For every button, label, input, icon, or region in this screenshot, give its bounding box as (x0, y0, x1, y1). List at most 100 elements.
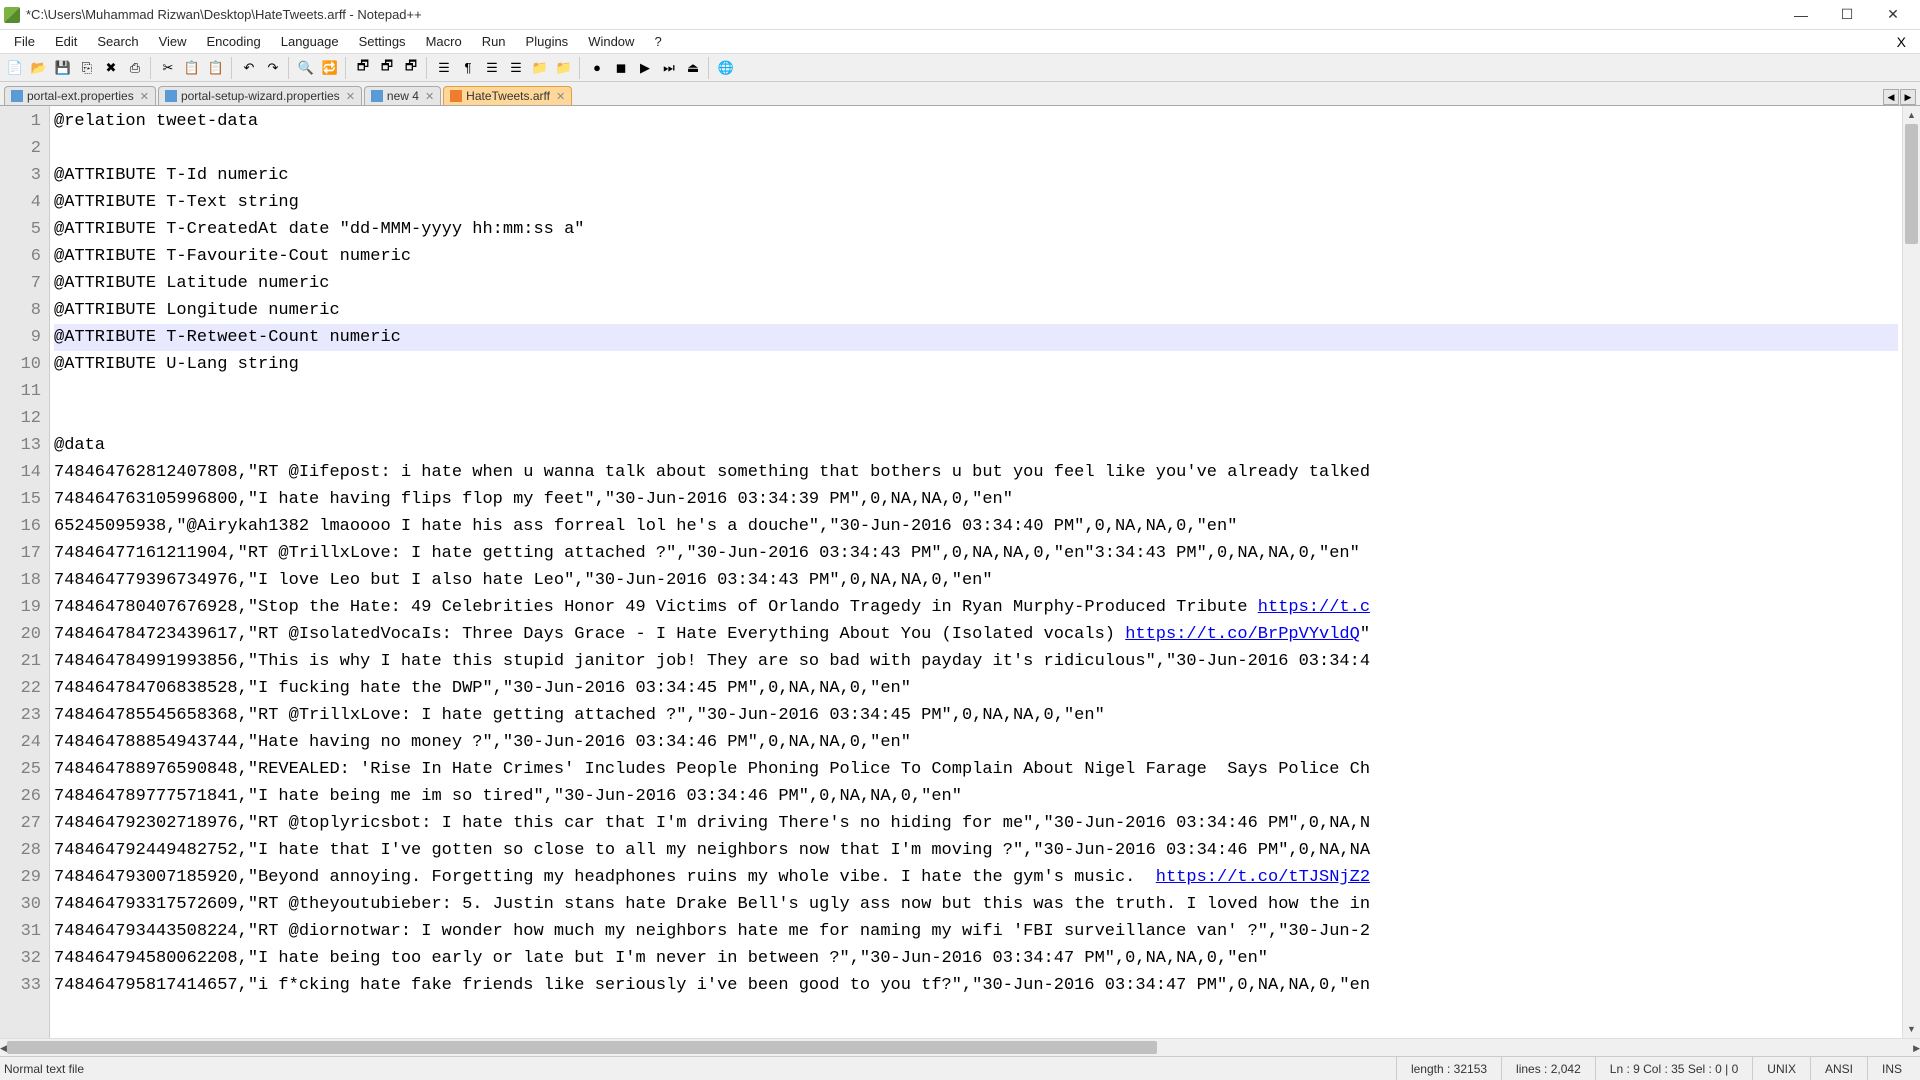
close-button[interactable]: ✕ (1870, 0, 1916, 30)
scroll-right-icon[interactable]: ▶ (1913, 1039, 1920, 1057)
toolbar-button-34[interactable]: 🌐 (715, 57, 737, 79)
code-line[interactable]: 748464780407676928,"Stop the Hate: 49 Ce… (54, 594, 1898, 621)
tab-close-icon[interactable]: ✕ (346, 90, 355, 103)
code-line[interactable]: 748464792302718976,"RT @toplyricsbot: I … (54, 810, 1898, 837)
code-line[interactable]: 748464784706838528,"I fucking hate the D… (54, 675, 1898, 702)
menu-encoding[interactable]: Encoding (197, 32, 271, 51)
menu-help[interactable]: ? (644, 32, 671, 51)
tab-prev-button[interactable]: ◀ (1883, 89, 1899, 105)
code-line[interactable] (54, 135, 1898, 162)
tab-2[interactable]: new 4✕ (364, 86, 441, 105)
code-line[interactable] (54, 378, 1898, 405)
menu-view[interactable]: View (149, 32, 197, 51)
status-eol: UNIX (1752, 1057, 1810, 1080)
tab-1[interactable]: portal-setup-wizard.properties ✕ (158, 86, 362, 105)
toolbar-button-11[interactable]: ↶ (238, 57, 260, 79)
menu-file[interactable]: File (4, 32, 45, 51)
scroll-down-icon[interactable]: ▼ (1903, 1020, 1920, 1038)
code-line[interactable]: 748464794580062208,"I hate being too ear… (54, 945, 1898, 972)
toolbar-button-22[interactable]: ¶ (457, 57, 479, 79)
menu-search[interactable]: Search (87, 32, 148, 51)
toolbar-button-30[interactable]: ▶ (634, 57, 656, 79)
code-line[interactable]: 748464784991993856,"This is why I hate t… (54, 648, 1898, 675)
maximize-button[interactable]: ☐ (1824, 0, 1870, 30)
minimize-button[interactable]: — (1778, 0, 1824, 30)
code-line[interactable] (54, 405, 1898, 432)
file-icon (11, 90, 23, 102)
code-line[interactable]: @ATTRIBUTE U-Lang string (54, 351, 1898, 378)
code-line[interactable]: 748464793317572609,"RT @theyoutubieber: … (54, 891, 1898, 918)
toolbar-button-12[interactable]: ↷ (262, 57, 284, 79)
code-line[interactable]: 748464763105996800,"I hate having flips … (54, 486, 1898, 513)
toolbar-button-3[interactable]: ⎘ (76, 57, 98, 79)
code-line[interactable]: 748464779396734976,"I love Leo but I als… (54, 567, 1898, 594)
tab-label: portal-setup-wizard.properties (181, 89, 340, 103)
code-line[interactable]: 748464784723439617,"RT @IsolatedVocaIs: … (54, 621, 1898, 648)
toolbar-button-28[interactable]: ● (586, 57, 608, 79)
file-icon (165, 90, 177, 102)
tab-3[interactable]: HateTweets.arff✕ (443, 86, 572, 105)
scroll-left-icon[interactable]: ◀ (0, 1039, 7, 1057)
toolbar-button-31[interactable]: ⏭ (658, 57, 680, 79)
vertical-scrollbar[interactable]: ▲ ▼ (1902, 106, 1920, 1038)
code-line[interactable]: @ATTRIBUTE Longitude numeric (54, 297, 1898, 324)
menu-run[interactable]: Run (472, 32, 516, 51)
code-line[interactable]: 748464788854943744,"Hate having no money… (54, 729, 1898, 756)
code-line[interactable]: 748464793007185920,"Beyond annoying. For… (54, 864, 1898, 891)
toolbar-button-23[interactable]: ☰ (481, 57, 503, 79)
toolbar-button-5[interactable]: ⎙ (124, 57, 146, 79)
toolbar-button-7[interactable]: ✂ (157, 57, 179, 79)
toolbar-button-25[interactable]: 📁 (529, 57, 551, 79)
code-line[interactable]: @ATTRIBUTE T-Id numeric (54, 162, 1898, 189)
menu-language[interactable]: Language (271, 32, 349, 51)
tab-0[interactable]: portal-ext.properties✕ (4, 86, 156, 105)
horizontal-scrollbar[interactable]: ◀ ▶ (0, 1038, 1920, 1056)
toolbar-button-17[interactable]: 🗗 (352, 57, 374, 79)
code-line[interactable]: @ATTRIBUTE T-Retweet-Count numeric (54, 324, 1898, 351)
code-line[interactable]: 748464793443508224,"RT @diornotwar: I wo… (54, 918, 1898, 945)
code-line[interactable]: 748464789777571841,"I hate being me im s… (54, 783, 1898, 810)
code-line[interactable]: @ATTRIBUTE Latitude numeric (54, 270, 1898, 297)
toolbar-button-26[interactable]: 📁 (553, 57, 575, 79)
menu-edit[interactable]: Edit (45, 32, 87, 51)
toolbar-button-18[interactable]: 🗗 (376, 57, 398, 79)
code-line[interactable]: 748464762812407808,"RT @Iifepost: i hate… (54, 459, 1898, 486)
code-line[interactable]: @ATTRIBUTE T-CreatedAt date "dd-MMM-yyyy… (54, 216, 1898, 243)
code-line[interactable]: @relation tweet-data (54, 108, 1898, 135)
scroll-thumb-horizontal[interactable] (7, 1041, 1157, 1054)
tab-next-button[interactable]: ▶ (1900, 89, 1916, 105)
toolbar-button-21[interactable]: ☰ (433, 57, 455, 79)
toolbar-button-14[interactable]: 🔍 (295, 57, 317, 79)
menu-macro[interactable]: Macro (416, 32, 472, 51)
toolbar-button-19[interactable]: 🗗 (400, 57, 422, 79)
menu-settings[interactable]: Settings (349, 32, 416, 51)
tab-close-icon[interactable]: ✕ (556, 90, 565, 103)
tab-close-icon[interactable]: ✕ (140, 90, 149, 103)
toolbar-button-1[interactable]: 📂 (28, 57, 50, 79)
toolbar-button-8[interactable]: 📋 (181, 57, 203, 79)
code-line[interactable]: @ATTRIBUTE T-Text string (54, 189, 1898, 216)
code-line[interactable]: 748464795817414657,"i f*cking hate fake … (54, 972, 1898, 999)
toolbar-button-15[interactable]: 🔁 (319, 57, 341, 79)
code-line[interactable]: @ATTRIBUTE T-Favourite-Cout numeric (54, 243, 1898, 270)
code-line[interactable]: @data (54, 432, 1898, 459)
toolbar-button-4[interactable]: ✖ (100, 57, 122, 79)
code-line[interactable]: 65245095938,"@Airykah1382 lmaoooo I hate… (54, 513, 1898, 540)
menu-plugins[interactable]: Plugins (516, 32, 579, 51)
code-line[interactable]: 748464792449482752,"I hate that I've got… (54, 837, 1898, 864)
toolbar-button-2[interactable]: 💾 (52, 57, 74, 79)
code-line[interactable]: 748464788976590848,"REVEALED: 'Rise In H… (54, 756, 1898, 783)
code-line[interactable]: 748464785545658368,"RT @TrillxLove: I ha… (54, 702, 1898, 729)
scroll-thumb-vertical[interactable] (1905, 124, 1918, 244)
toolbar-button-9[interactable]: 📋 (205, 57, 227, 79)
tab-close-icon[interactable]: ✕ (425, 90, 434, 103)
toolbar-button-0[interactable]: 📄 (4, 57, 26, 79)
toolbar-button-32[interactable]: ⏏ (682, 57, 704, 79)
scroll-up-icon[interactable]: ▲ (1903, 106, 1920, 124)
code-content[interactable]: @relation tweet-data @ATTRIBUTE T-Id nume… (50, 106, 1902, 1038)
toolbar-button-24[interactable]: ☰ (505, 57, 527, 79)
menu-window[interactable]: Window (578, 32, 644, 51)
menu-close-doc[interactable]: X (1887, 34, 1916, 50)
toolbar-button-29[interactable]: ◼ (610, 57, 632, 79)
code-line[interactable]: 74846477161211904,"RT @TrillxLove: I hat… (54, 540, 1898, 567)
